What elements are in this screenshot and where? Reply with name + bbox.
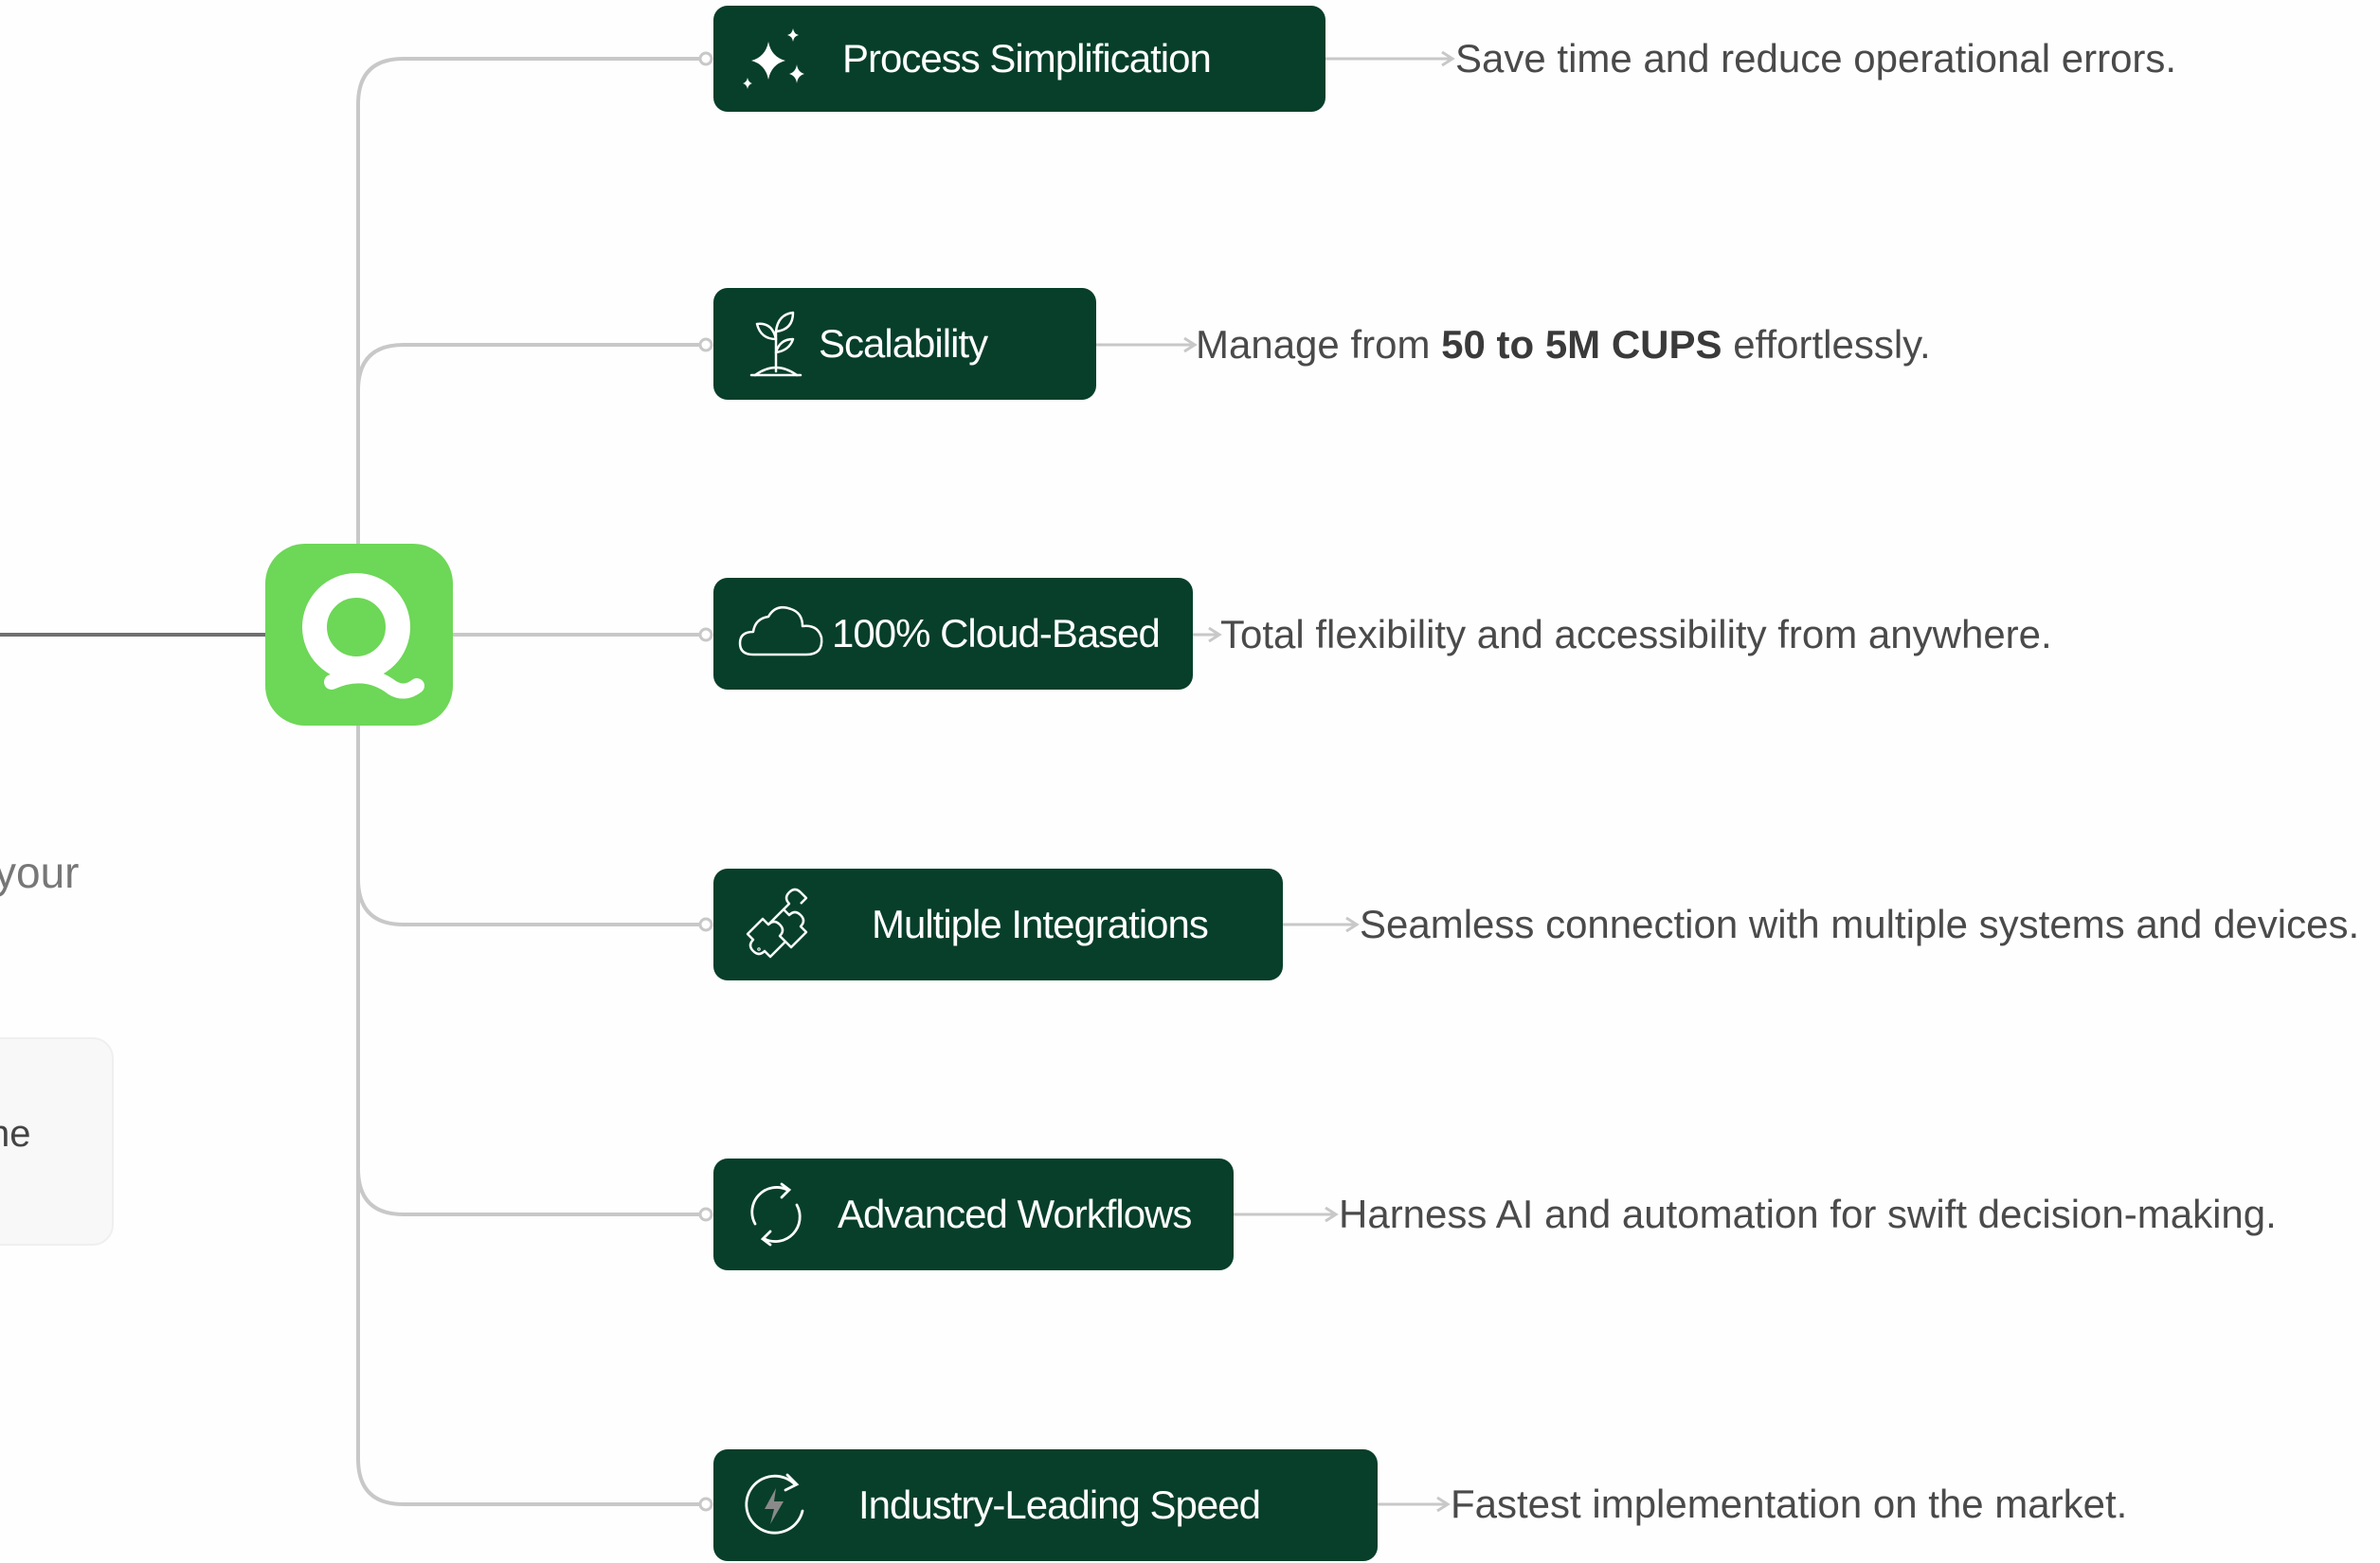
feature-description: Save time and reduce operational errors.: [1455, 36, 2177, 81]
hub-logo: [265, 544, 453, 726]
feature-multiple-integrations: Multiple Integrations: [713, 869, 1283, 980]
feature-description: Fastest implementation on the market.: [1451, 1482, 2128, 1526]
arrow-1: [1325, 50, 1455, 67]
feature-label: Advanced Workflows: [838, 1192, 1192, 1236]
sprout-icon: [749, 311, 802, 377]
feature-label: Multiple Integrations: [872, 902, 1209, 946]
connector-lines: [0, 50, 1455, 1513]
arrow-2: [1096, 336, 1198, 353]
arrow-4: [1283, 916, 1360, 933]
lightning-refresh-icon: [745, 1473, 804, 1535]
left-text-fragment: your: [0, 848, 80, 897]
feature-scalability: Scalability: [713, 288, 1096, 400]
feature-label: Process Simplification: [842, 36, 1212, 81]
feature-label: Industry-Leading Speed: [858, 1482, 1261, 1527]
feature-label: 100% Cloud-Based: [832, 611, 1161, 656]
branch-line-5: [356, 726, 706, 1216]
q-logo-icon: [302, 573, 424, 699]
feature-description: Manage from 50 to 5M CUPS effortlessly.: [1196, 322, 1931, 367]
highlight-text: 50 to 5M CUPS: [1441, 322, 1722, 367]
puzzle-icon: [746, 888, 808, 959]
branch-line-6: [356, 726, 706, 1506]
feature-process-simplification: Process Simplification: [713, 6, 1325, 112]
arrow-5: [1234, 1206, 1339, 1223]
arrow-6: [1378, 1496, 1451, 1513]
cloud-icon: [738, 606, 823, 656]
feature-cloud-based: 100% Cloud-Based: [713, 578, 1193, 690]
branch-line-2: [356, 343, 706, 544]
feature-description: Total flexibility and accessibility from…: [1220, 612, 2052, 656]
branch-line-1: [356, 57, 706, 544]
refresh-icon: [750, 1182, 802, 1247]
left-card-text-fragment: ne: [0, 1113, 31, 1155]
feature-industry-leading-speed: Industry-Leading Speed: [713, 1449, 1378, 1561]
feature-advanced-workflows: Advanced Workflows: [713, 1159, 1234, 1270]
arrow-3: [1193, 626, 1222, 643]
sparkles-icon: [743, 28, 804, 89]
feature-description: Seamless connection with multiple system…: [1360, 902, 2360, 946]
feature-label: Scalability: [819, 321, 988, 366]
branch-line-4: [356, 726, 706, 926]
feature-description: Harness AI and automation for swift deci…: [1339, 1192, 2277, 1236]
